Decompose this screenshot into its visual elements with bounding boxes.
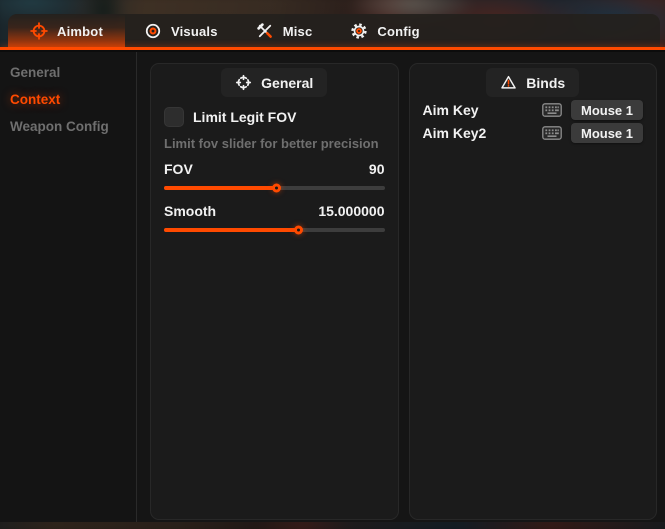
main-panel: General Limit Legit FOV Limit fov slider…	[137, 52, 665, 522]
smooth-slider-handle[interactable]	[294, 225, 304, 235]
tab-label: Config	[377, 23, 420, 39]
app-window: Aimbot Visuals Misc Config General Conte…	[0, 0, 665, 529]
tab-label: Visuals	[170, 23, 218, 39]
fov-description: Limit fov slider for better precision	[164, 136, 379, 151]
keyboard-icon[interactable]	[541, 125, 563, 141]
sidebar: General Context Weapon Config	[0, 52, 136, 522]
smooth-slider-value: 15.000000	[318, 203, 385, 219]
tab-label: Aimbot	[57, 23, 103, 39]
tab-label: Misc	[282, 23, 313, 39]
smooth-slider-row: Smooth 15.000000	[164, 203, 385, 219]
sidebar-item-weapon-config[interactable]: Weapon Config	[0, 113, 136, 140]
fov-slider-label: FOV	[164, 161, 193, 177]
bind-row-aim-key2: Aim Key2 Mouse 1	[422, 123, 643, 143]
eye-icon	[144, 22, 162, 40]
tab-aimbot[interactable]: Aimbot	[8, 14, 125, 48]
bind-button-aim-key2[interactable]: Mouse 1	[570, 123, 643, 143]
smooth-slider[interactable]	[164, 225, 385, 235]
sidebar-item-general[interactable]: General	[0, 59, 136, 86]
binds-card: Binds Aim Key Mouse 1 Aim Key2 Mouse 1	[408, 63, 657, 520]
fov-slider-handle[interactable]	[272, 183, 282, 193]
crosshair-icon	[235, 74, 252, 91]
tab-visuals[interactable]: Visuals	[125, 14, 237, 48]
crosshair-icon	[30, 22, 48, 40]
smooth-slider-fill	[164, 225, 304, 235]
general-card-header: General	[164, 68, 385, 97]
bind-label: Aim Key	[422, 102, 479, 118]
tab-misc[interactable]: Misc	[237, 14, 332, 48]
warning-triangle-icon	[500, 74, 517, 91]
smooth-slider-label: Smooth	[164, 203, 217, 219]
content-area: General Context Weapon Config General Li…	[0, 50, 665, 522]
limit-legit-fov-row[interactable]: Limit Legit FOV	[164, 107, 385, 127]
general-card-title: General	[261, 74, 314, 91]
binds-card-title: Binds	[526, 74, 566, 91]
fov-slider-row: FOV 90	[164, 161, 385, 177]
limit-legit-fov-checkbox[interactable]	[164, 107, 184, 127]
keyboard-icon[interactable]	[541, 102, 563, 118]
tab-config[interactable]: Config	[331, 14, 438, 48]
general-card: General Limit Legit FOV Limit fov slider…	[150, 63, 399, 520]
tools-icon	[256, 22, 274, 40]
gear-icon	[350, 22, 368, 40]
bind-row-aim-key: Aim Key Mouse 1	[422, 100, 643, 120]
binds-card-header: Binds	[423, 68, 644, 97]
sidebar-item-context[interactable]: Context	[0, 86, 136, 113]
bind-button-aim-key[interactable]: Mouse 1	[570, 100, 643, 120]
fov-slider[interactable]	[164, 183, 385, 193]
fov-slider-fill	[164, 183, 282, 193]
bind-label: Aim Key2	[422, 125, 487, 141]
fov-slider-value: 90	[368, 161, 385, 177]
tab-bar: Aimbot Visuals Misc Config	[8, 14, 660, 48]
limit-legit-fov-label: Limit Legit FOV	[193, 109, 297, 125]
